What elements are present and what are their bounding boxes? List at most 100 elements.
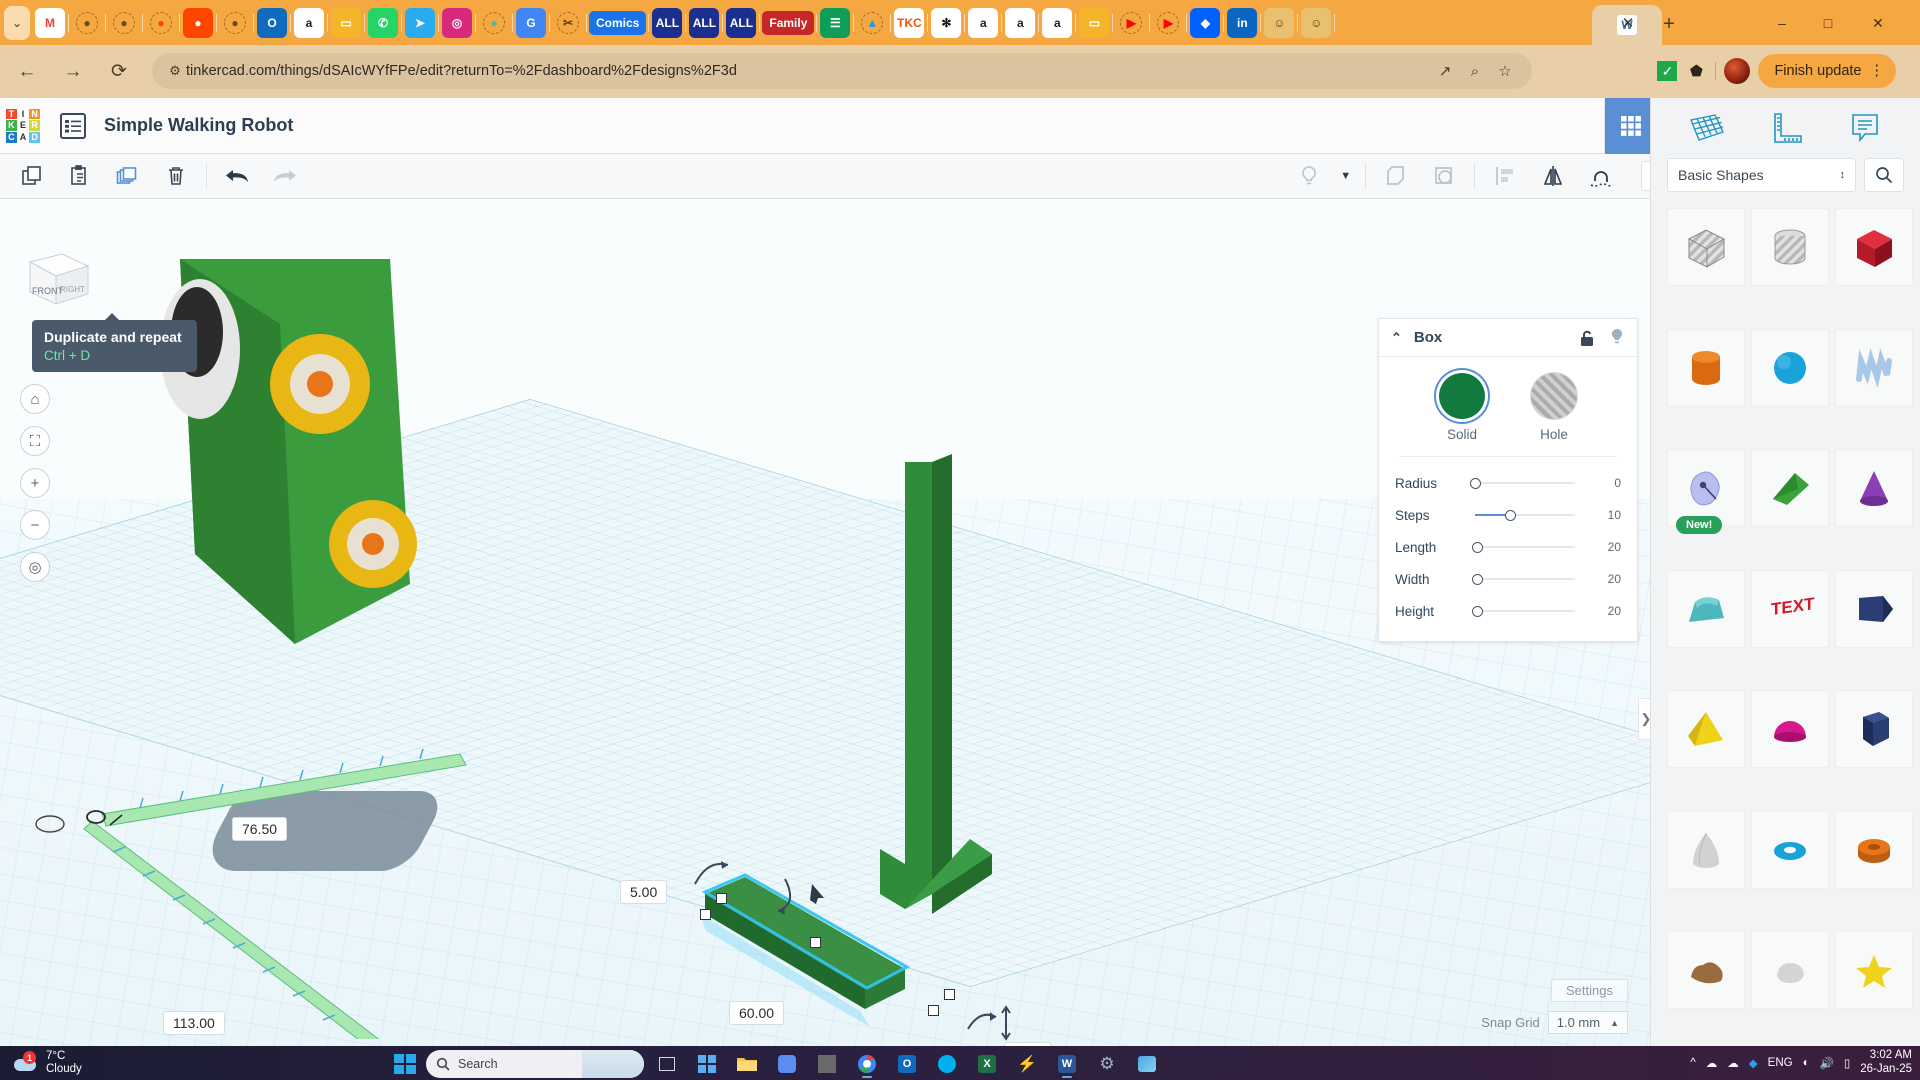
zoom-icon[interactable]: ⌕ <box>1460 56 1490 86</box>
reload-button[interactable]: ⟳ <box>100 53 138 91</box>
tray-onedrive-icon[interactable]: ☁ <box>1727 1056 1739 1070</box>
window-close-button[interactable]: ✕ <box>1860 8 1896 38</box>
shape-roof-teal[interactable] <box>1667 569 1745 648</box>
chrome-icon[interactable] <box>850 1049 884 1079</box>
search-input[interactable]: Search <box>426 1050 644 1078</box>
robot-leg-part[interactable] <box>105 254 455 654</box>
delete-icon[interactable] <box>152 154 200 198</box>
align-icon[interactable] <box>1481 154 1529 198</box>
browser-tab-google-drive[interactable]: ▲ <box>857 8 887 38</box>
shape-tube-orange[interactable] <box>1835 810 1913 889</box>
shape-paraboloid-gray[interactable] <box>1667 810 1745 889</box>
close-tab-button[interactable]: ✕ <box>1610 5 1646 41</box>
shape-rock-brown[interactable] <box>1667 931 1745 1010</box>
new-tab-button[interactable]: + <box>1655 10 1683 38</box>
taskbar-clock[interactable]: 3:02 AM 26-Jan-25 <box>1860 1049 1912 1077</box>
undo-icon[interactable] <box>213 154 261 198</box>
browser-tab-globe-2[interactable]: ● <box>109 8 139 38</box>
tray-battery-icon[interactable]: ▯ <box>1844 1056 1850 1070</box>
steps-slider[interactable] <box>1467 504 1591 526</box>
browser-tab-tinkercad[interactable]: TKC <box>894 7 925 38</box>
browser-tab-readallcomics-2[interactable]: ALL <box>689 7 720 38</box>
shape-generator[interactable]: New! <box>1667 449 1745 535</box>
weather-widget[interactable]: 1 7°C Cloudy <box>14 1050 82 1076</box>
workplane-icon[interactable] <box>1684 107 1730 149</box>
browser-tab-whatsapp[interactable]: ✆ <box>368 7 398 38</box>
fit-view-icon[interactable]: ⛶ <box>20 426 50 456</box>
unlock-icon[interactable] <box>1579 329 1595 347</box>
tinkercad-logo[interactable]: TIN KER CAD <box>6 108 40 143</box>
tray-language[interactable]: ENG <box>1768 1057 1793 1069</box>
rotate-handle-icon[interactable] <box>960 999 1030 1046</box>
paste-icon[interactable] <box>56 154 104 198</box>
browser-tab-sheets[interactable]: ☰ <box>820 7 851 38</box>
property-value[interactable]: 10 <box>1591 508 1621 522</box>
browser-tab-telegram[interactable]: ➤ <box>405 7 435 38</box>
shape-cone-purple[interactable] <box>1835 449 1913 528</box>
hole-swatch[interactable] <box>1531 373 1577 419</box>
file-explorer-icon[interactable] <box>730 1049 764 1079</box>
browser-tab-outlook[interactable]: O <box>257 7 287 38</box>
extensions-puzzle-icon[interactable]: ⬟ <box>1685 60 1707 82</box>
tray-dropbox-icon[interactable]: ◆ <box>1749 1056 1758 1070</box>
browser-tab-amazon-1[interactable]: a <box>294 7 324 38</box>
settings-icon[interactable]: ⚙ <box>1090 1049 1124 1079</box>
hole-option[interactable]: Hole <box>1531 373 1577 442</box>
start-button[interactable] <box>390 1050 420 1078</box>
skype-icon[interactable] <box>930 1049 964 1079</box>
shape-cylinder-orange[interactable] <box>1667 328 1745 407</box>
home-view-icon[interactable]: ⌂ <box>20 384 50 414</box>
dim-113-00[interactable]: 113.00 <box>163 1011 225 1035</box>
thunder-icon[interactable]: ⚡ <box>1010 1049 1044 1079</box>
shape-pyramid-yellow[interactable] <box>1667 690 1745 769</box>
shape-wedge-green[interactable] <box>1751 449 1829 528</box>
outlook-icon[interactable]: O <box>890 1049 924 1079</box>
snap-grid-select[interactable]: 1.0 mm ▲ <box>1547 1011 1628 1034</box>
property-value[interactable]: 0 <box>1591 476 1621 490</box>
settings-button[interactable]: Settings <box>1551 979 1628 1002</box>
solid-option[interactable]: Solid <box>1439 373 1485 442</box>
chevron-down-icon[interactable]: ▼ <box>1333 154 1359 198</box>
selection-handle[interactable] <box>928 1005 939 1016</box>
magnet-icon[interactable] <box>1577 154 1625 198</box>
profile-avatar[interactable] <box>1724 58 1751 84</box>
redo-icon[interactable] <box>261 154 309 198</box>
address-bar[interactable]: ⚙ tinkercad.com/things/dSAIcWYfFPe/edit?… <box>152 53 1532 89</box>
browser-tab-linkedin[interactable]: in <box>1227 7 1258 38</box>
orthographic-view-icon[interactable]: ◎ <box>20 552 50 582</box>
dim-5-00-top[interactable]: 5.00 <box>620 880 668 904</box>
browser-tab-google-translate[interactable]: G <box>516 7 546 38</box>
shape-blob-gray[interactable] <box>1751 931 1829 1010</box>
browser-tab-gmail[interactable]: M <box>35 7 65 38</box>
browser-tab-globe-4[interactable]: ● <box>479 8 509 38</box>
shape-torus-blue[interactable] <box>1751 810 1829 889</box>
tray-volume-icon[interactable]: 🔊 <box>1820 1056 1834 1070</box>
zoom-out-icon[interactable]: − <box>20 510 50 540</box>
duplicate-icon[interactable] <box>104 154 152 198</box>
shape-star-yellow[interactable] <box>1835 931 1913 1010</box>
shape-category-select[interactable]: Basic Shapes ↕ <box>1667 158 1856 192</box>
copy-icon[interactable] <box>8 154 56 198</box>
back-button[interactable]: ← <box>8 53 46 91</box>
length-slider[interactable] <box>1467 536 1591 558</box>
rotate-handle-icon[interactable] <box>690 849 820 919</box>
selection-handle[interactable] <box>810 937 821 948</box>
height-slider[interactable] <box>1467 600 1591 622</box>
site-info-icon[interactable]: ⚙ <box>164 60 186 82</box>
ungroup-icon[interactable] <box>1420 154 1468 198</box>
bookmark-star-icon[interactable]: ☆ <box>1490 56 1520 86</box>
mirror-icon[interactable] <box>1529 154 1577 198</box>
browser-tab-scissors[interactable]: ✂ <box>553 8 583 38</box>
tray-chevron-up-icon[interactable]: ^ <box>1690 1057 1695 1069</box>
shape-text-red[interactable]: TEXT <box>1751 569 1829 648</box>
window-minimize-button[interactable]: – <box>1764 8 1800 38</box>
browser-tab-amazon-3[interactable]: a <box>1005 7 1036 38</box>
collapse-chevron-icon[interactable]: ⌃ <box>1391 330 1402 346</box>
robot-post-part[interactable] <box>880 454 1130 1024</box>
finish-update-button[interactable]: Finish update ⋮ <box>1758 54 1896 88</box>
browser-tab-comics[interactable]: Comics <box>589 10 647 35</box>
browser-tab-note-yellow[interactable]: ▭ <box>331 7 361 38</box>
dim-76-50[interactable]: 76.50 <box>232 817 288 841</box>
browser-tab-reddit-1[interactable]: ● <box>146 8 176 38</box>
share-icon[interactable]: ↗ <box>1430 56 1460 86</box>
